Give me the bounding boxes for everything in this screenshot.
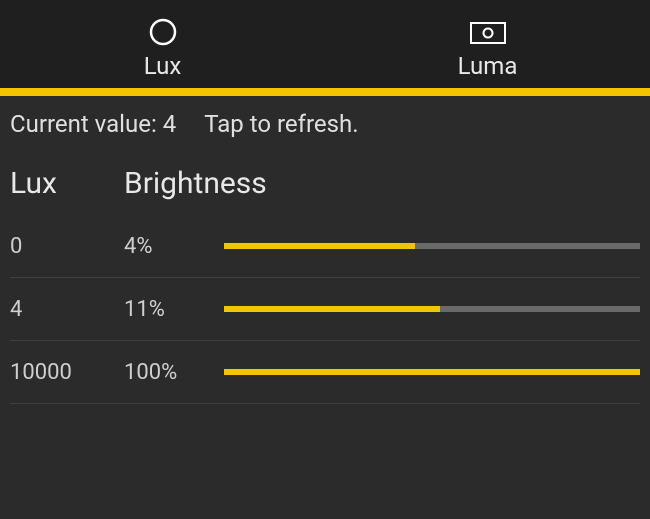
table-row[interactable]: 10000 100% xyxy=(10,341,640,404)
slider-fill xyxy=(224,369,640,375)
cell-lux: 0 xyxy=(10,234,124,259)
brightness-slider[interactable] xyxy=(224,215,640,277)
brightness-slider[interactable] xyxy=(224,341,640,403)
tab-indicator-luma xyxy=(325,88,650,90)
current-value-number: 4 xyxy=(163,110,177,138)
table-headers: Lux Brightness xyxy=(0,146,650,215)
tab-indicator-lux xyxy=(0,88,325,96)
tab-luma[interactable]: Luma xyxy=(325,0,650,88)
slider-track xyxy=(224,243,640,249)
cell-lux: 4 xyxy=(10,297,124,322)
tab-indicator xyxy=(0,88,650,96)
header-lux: Lux xyxy=(10,166,124,201)
current-value-label: Current value: xyxy=(10,110,157,138)
circle-icon xyxy=(148,14,178,50)
current-value: Current value: 4 xyxy=(10,110,176,138)
header-brightness: Brightness xyxy=(124,166,224,201)
tab-lux-label: Lux xyxy=(144,52,182,80)
cell-lux: 10000 xyxy=(10,360,124,385)
table-row[interactable]: 0 4% xyxy=(10,215,640,278)
cell-brightness: 11% xyxy=(124,297,224,322)
slider-track xyxy=(224,369,640,375)
table-row[interactable]: 4 11% xyxy=(10,278,640,341)
slider-track xyxy=(224,306,640,312)
status-row[interactable]: Current value: 4 Tap to refresh. xyxy=(0,96,650,146)
slider-fill xyxy=(224,243,415,249)
brightness-slider[interactable] xyxy=(224,278,640,340)
refresh-hint: Tap to refresh. xyxy=(204,110,358,138)
cell-brightness: 4% xyxy=(124,234,224,259)
cell-brightness: 100% xyxy=(124,360,224,385)
tab-lux[interactable]: Lux xyxy=(0,0,325,88)
table-body: 0 4% 4 11% 10000 100% xyxy=(0,215,650,404)
tab-bar: Lux Luma xyxy=(0,0,650,88)
camera-icon xyxy=(468,14,508,50)
slider-fill xyxy=(224,306,440,312)
tab-luma-label: Luma xyxy=(458,52,518,80)
